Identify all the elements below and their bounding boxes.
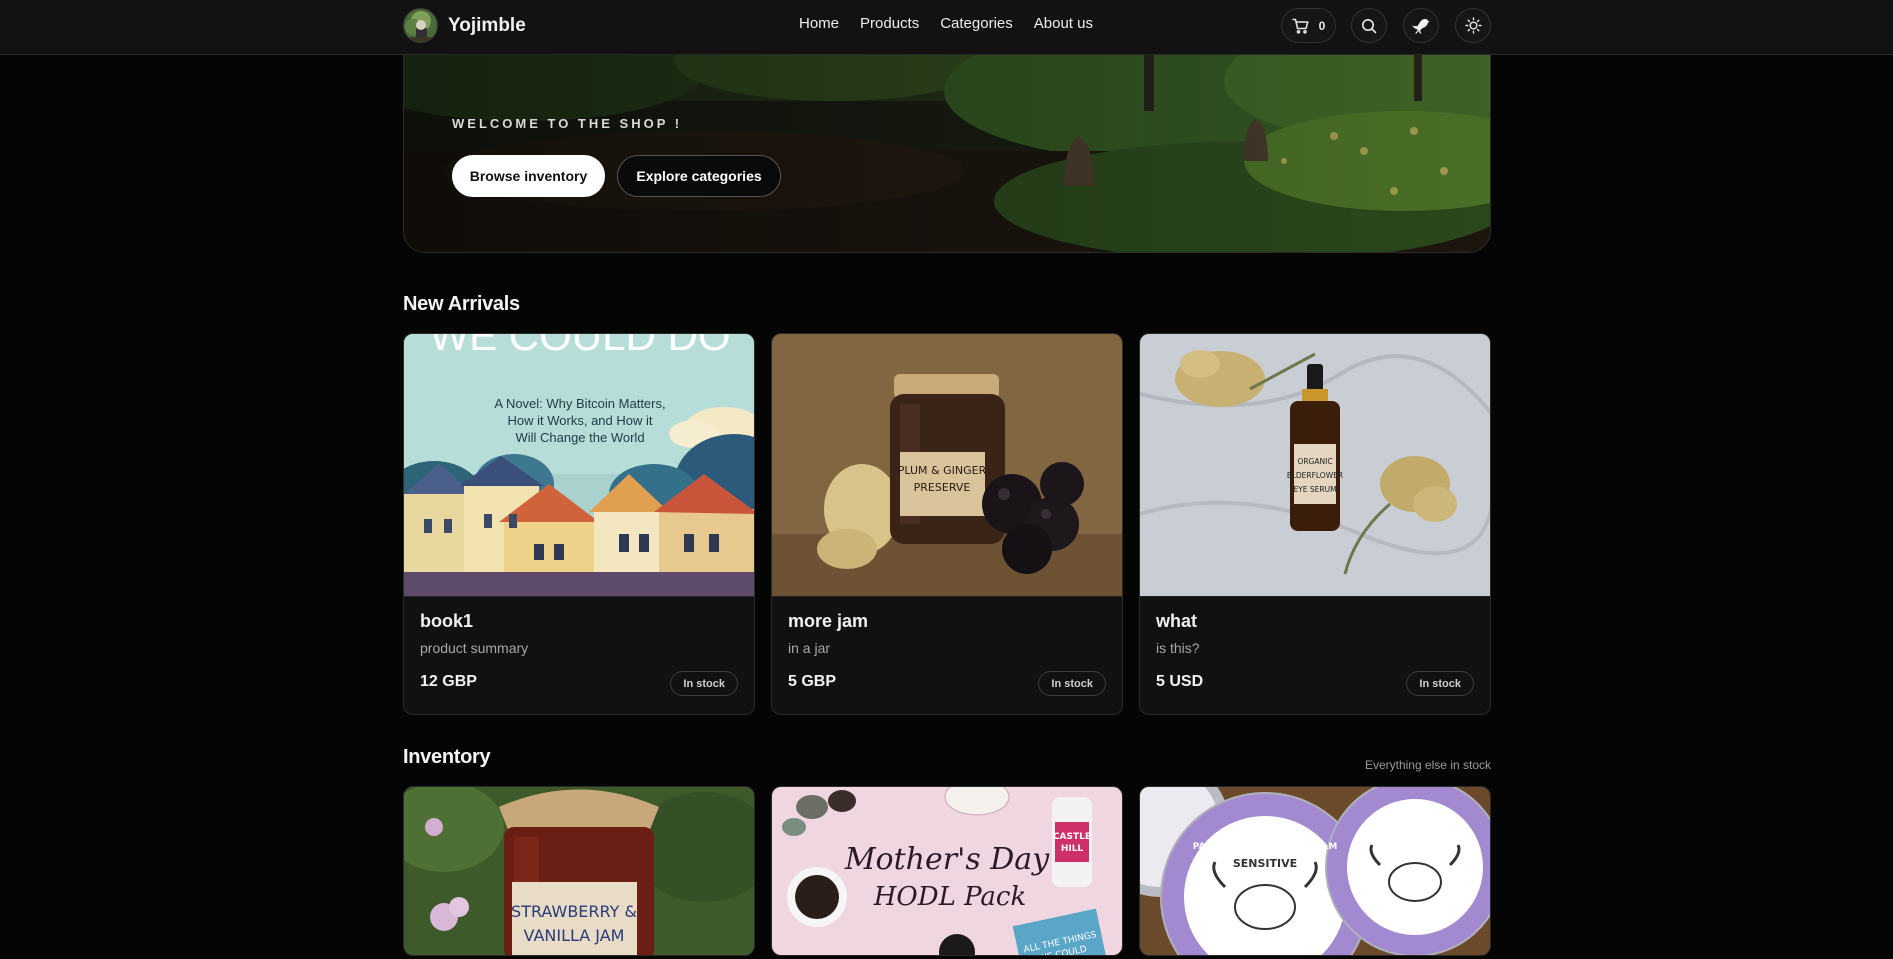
bottle-label-line-1: ORGANIC [1297, 457, 1332, 466]
balm-label-line-2: SENSITIVE [1233, 857, 1297, 870]
nav-home[interactable]: Home [799, 15, 839, 32]
product-image-book1: WE COULD DO A Novel: Why Bitcoin Matters… [404, 334, 754, 597]
avatar-garden-logo [403, 8, 438, 43]
theme-toggle[interactable] [1455, 8, 1491, 43]
cart-button[interactable]: 0 [1281, 8, 1336, 43]
search-button[interactable] [1351, 8, 1387, 43]
card-body: book1 product summary 12 GBP In stock [404, 597, 754, 714]
card-body: more jam in a jar 5 GBP In stock [772, 597, 1122, 714]
product-image-what: ORGANIC ELDERFLOWER EYE SERUM [1140, 334, 1490, 597]
brand[interactable]: Yojimble [403, 8, 526, 43]
bird-icon [1411, 17, 1431, 35]
new-arrivals-title: New Arrivals [403, 293, 520, 315]
inventory-image-mothers-day: CASTLE HILL Mother's Day HODL Pack ALL T… [772, 787, 1122, 955]
card-body: what is this? 5 USD In stock [1140, 597, 1490, 714]
brand-name: Yojimble [448, 14, 526, 36]
castle-hill-line-2: HILL [1061, 844, 1084, 854]
site-header: Yojimble Home Products Categories About … [0, 0, 1893, 55]
book-cover-line-3: Will Change the World [515, 430, 644, 445]
product-price: 5 USD [1156, 673, 1204, 690]
jar-label-line-1: PLUM & GINGER [898, 464, 987, 477]
jar-label-line-2: PRESERVE [914, 481, 971, 494]
product-price: 5 GBP [788, 673, 837, 690]
book-cover-line-1: A Novel: Why Bitcoin Matters, [494, 396, 665, 411]
bottle-label-line-3: EYE SERUM [1293, 485, 1336, 494]
nav-about-us[interactable]: About us [1034, 15, 1093, 32]
stock-badge: In stock [670, 671, 738, 696]
cart-count: 0 [1318, 18, 1326, 33]
castle-hill-line-1: CASTLE [1053, 832, 1091, 842]
product-summary: product summary [420, 640, 529, 656]
inventory-card-mothers-day[interactable]: CASTLE HILL Mother's Day HODL Pack ALL T… [771, 786, 1123, 956]
product-card-what[interactable]: ORGANIC ELDERFLOWER EYE SERUM what is th… [1139, 333, 1491, 715]
search-icon [1361, 18, 1377, 34]
inventory-image-tallow-balm: PASTURE FED TALLOW BALM SENSITIVE [1140, 787, 1490, 955]
bottle-label-line-2: ELDERFLOWER [1287, 471, 1343, 480]
balm-label-line-1: PASTURE FED TALLOW BALM [1193, 842, 1338, 852]
jam-label-line-1: STRAWBERRY & [511, 902, 637, 921]
main-nav: Home Products Categories About us [799, 15, 1093, 32]
sun-icon [1464, 17, 1482, 34]
inventory-card-tallow-balm[interactable]: PASTURE FED TALLOW BALM SENSITIVE [1139, 786, 1491, 956]
inventory-image-strawberry-jam: STRAWBERRY & VANILLA JAM [404, 787, 754, 955]
nav-categories[interactable]: Categories [940, 15, 1013, 32]
product-summary: is this? [1156, 640, 1200, 656]
product-title: more jam [788, 611, 869, 631]
product-title: what [1156, 611, 1198, 631]
product-card-more-jam[interactable]: PLUM & GINGER PRESERVE more jam in a jar… [771, 333, 1123, 715]
nav-products[interactable]: Products [860, 15, 919, 32]
hero-banner: WELCOME TO THE SHOP ! Browse inventory E… [403, 40, 1491, 253]
nostr-button[interactable] [1403, 8, 1439, 43]
stock-badge: In stock [1406, 671, 1474, 696]
inventory-note: Everything else in stock [1364, 758, 1491, 772]
product-title: book1 [420, 611, 474, 631]
product-price: 12 GBP [420, 673, 477, 690]
product-image-more-jam: PLUM & GINGER PRESERVE [772, 334, 1122, 597]
browse-inventory-button[interactable]: Browse inventory [452, 155, 605, 197]
inventory-title: Inventory [403, 746, 491, 768]
jam-label-line-2: VANILLA JAM [524, 926, 625, 945]
inventory-card-strawberry-jam[interactable]: STRAWBERRY & VANILLA JAM [403, 786, 755, 956]
cart-icon [1291, 18, 1309, 34]
product-card-book1[interactable]: WE COULD DO A Novel: Why Bitcoin Matters… [403, 333, 755, 715]
stock-badge: In stock [1038, 671, 1106, 696]
product-summary: in a jar [788, 640, 831, 656]
book-cover-title: WE COULD DO [429, 334, 730, 359]
explore-categories-button[interactable]: Explore categories [617, 155, 781, 197]
book-cover-line-2: How it Works, and How it [508, 413, 653, 428]
mothers-day-title: Mother's Day [844, 842, 1050, 877]
hero-garden-image [404, 41, 1490, 252]
welcome-text: WELCOME TO THE SHOP ! [452, 116, 683, 131]
hodl-pack-title: HODL Pack [873, 882, 1027, 912]
